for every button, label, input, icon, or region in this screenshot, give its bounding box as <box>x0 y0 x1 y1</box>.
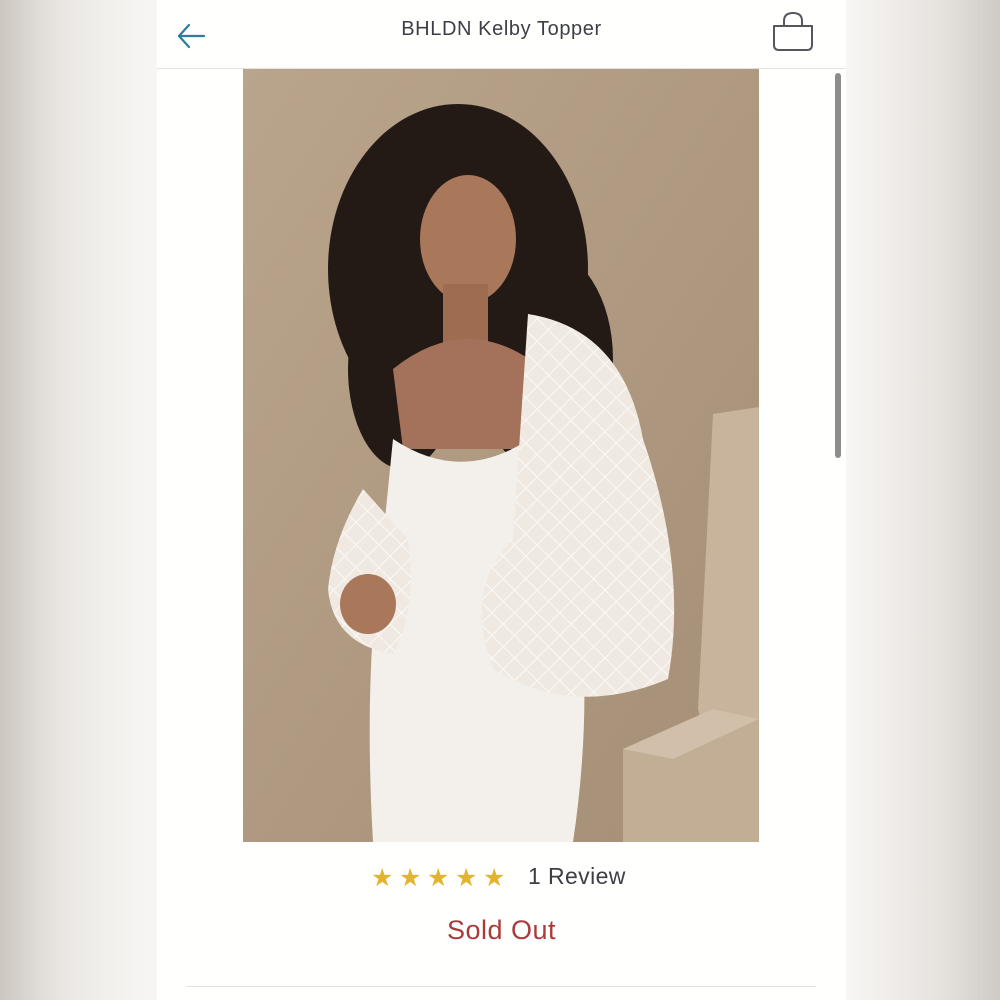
star-icon: ★ <box>483 864 506 892</box>
reviews-link[interactable]: 1 Review <box>528 863 626 890</box>
shopping-bag-button[interactable] <box>771 10 815 54</box>
star-icon: ★ <box>427 864 450 892</box>
top-nav-bar: BHLDN Kelby Topper <box>157 0 846 69</box>
app-screen: BHLDN Kelby Topper ★ ★ ★ ★ ★ 1 Review So… <box>157 0 846 1000</box>
star-icon: ★ <box>399 864 422 892</box>
page-title: BHLDN Kelby Topper <box>401 18 602 40</box>
star-icon: ★ <box>371 864 394 892</box>
scrollbar[interactable] <box>835 73 841 458</box>
divider <box>187 986 816 987</box>
shopping-bag-icon <box>773 11 813 51</box>
star-rating: ★ ★ ★ ★ ★ <box>371 864 511 892</box>
product-image[interactable] <box>243 69 759 842</box>
availability-status: Sold Out <box>446 915 557 945</box>
star-icon: ★ <box>455 864 478 892</box>
product-photo-illustration <box>243 69 759 842</box>
